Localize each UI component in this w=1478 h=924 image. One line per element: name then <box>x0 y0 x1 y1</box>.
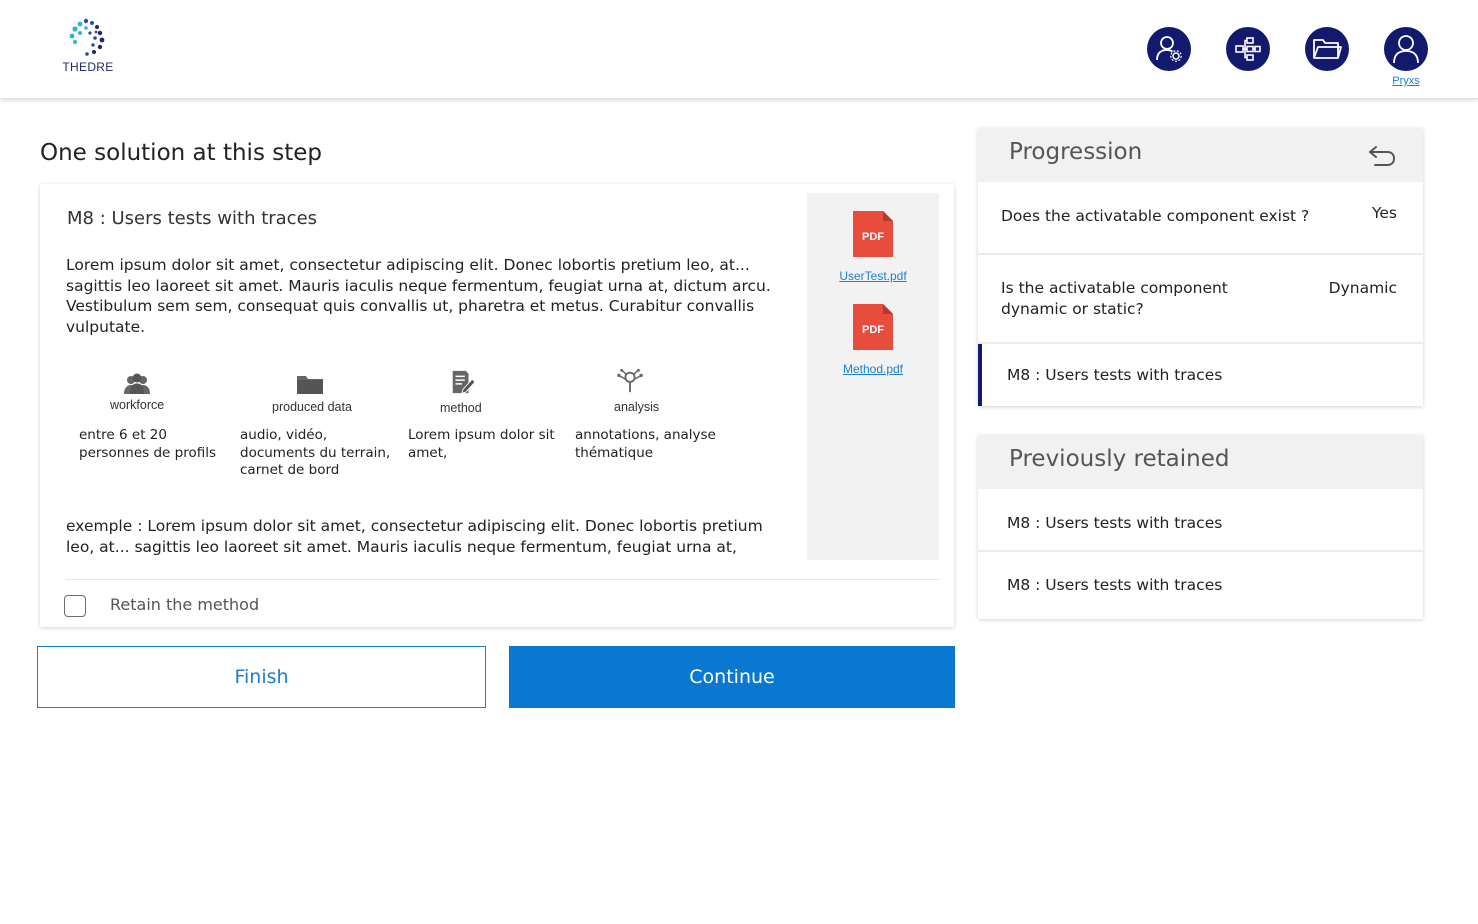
hierarchy-icon <box>1235 37 1261 61</box>
finish-button[interactable]: Finish <box>37 646 486 708</box>
retained-item-label: M8 : Users tests with traces <box>1007 576 1223 594</box>
attribute-label-produced-data: produced data <box>272 400 352 414</box>
pdf-attachment[interactable]: PDF UserTest.pdf <box>807 209 939 283</box>
progression-answer: Yes <box>1371 204 1397 222</box>
retained-item[interactable]: M8 : Users tests with traces <box>978 552 1423 619</box>
attribute-label-analysis: analysis <box>614 400 660 414</box>
progression-panel: Progression Does the activatable compone… <box>978 128 1423 406</box>
pdf-badge: PDF <box>862 324 884 336</box>
attribute-value-produced-data: audio, vidéo, documents du terrain, carn… <box>240 427 391 478</box>
pdf-filename-link[interactable]: UserTest.pdf <box>807 269 939 283</box>
retain-method-label[interactable]: Retain the method <box>110 595 259 614</box>
method-example: exemple : Lorem ipsum dolor sit amet, co… <box>66 517 763 556</box>
progression-row[interactable]: Does the activatable component exist ? Y… <box>978 182 1423 255</box>
current-step-label: M8 : Users tests with traces <box>1007 366 1223 384</box>
edit-document-icon <box>452 370 476 394</box>
pdf-badge: PDF <box>862 231 884 243</box>
pdf-filename-link[interactable]: Method.pdf <box>807 362 939 376</box>
logo-text: THEDRE <box>62 60 114 74</box>
retain-method-checkbox[interactable] <box>64 595 86 617</box>
undo-icon[interactable] <box>1367 145 1397 167</box>
folder-icon <box>297 376 323 394</box>
attribute-value-method: Lorem ipsum dolor sit amet, <box>408 427 555 461</box>
retained-header: Previously retained <box>978 435 1423 489</box>
retained-panel: Previously retained M8 : Users tests wit… <box>978 435 1423 619</box>
folder-button[interactable] <box>1305 27 1349 71</box>
attribute-value-analysis: annotations, analyse thématique <box>575 427 716 461</box>
method-card: M8 : Users tests with traces Lorem ipsum… <box>40 184 954 627</box>
user-settings-icon <box>1156 36 1182 62</box>
pdf-attachment[interactable]: PDF Method.pdf <box>807 302 939 376</box>
progression-question: Is the activatable component dynamic or … <box>1001 279 1228 318</box>
user-settings-button[interactable] <box>1147 27 1191 71</box>
progression-question: Does the activatable component exist ? <box>1001 207 1310 225</box>
retained-title: Previously retained <box>1009 446 1230 472</box>
progression-row[interactable]: Is the activatable component dynamic or … <box>978 255 1423 344</box>
pdf-file-icon: PDF <box>853 304 893 350</box>
pdf-file-icon: PDF <box>853 211 893 257</box>
progression-title: Progression <box>1009 139 1143 165</box>
user-profile-button[interactable] <box>1384 27 1428 71</box>
people-icon <box>124 373 150 394</box>
attachments-panel: PDF UserTest.pdf PDF Method.pdf <box>807 193 939 560</box>
hierarchy-button[interactable] <box>1226 27 1270 71</box>
attribute-label-method: method <box>440 401 482 415</box>
method-description: Lorem ipsum dolor sit amet, consectetur … <box>66 256 771 337</box>
progression-answer: Dynamic <box>1328 279 1397 297</box>
retained-item[interactable]: M8 : Users tests with traces <box>978 489 1423 552</box>
progression-current-step[interactable]: M8 : Users tests with traces <box>978 344 1423 406</box>
analysis-icon <box>617 368 643 393</box>
attribute-value-workforce: entre 6 et 20 personnes de profils <box>79 427 216 461</box>
attribute-label-workforce: workforce <box>110 398 165 412</box>
divider <box>66 579 939 580</box>
user-name-link[interactable]: Pryxs <box>1384 75 1428 87</box>
user-icon <box>1393 35 1419 64</box>
method-title: M8 : Users tests with traces <box>67 208 318 229</box>
logo-dots-icon <box>69 18 105 56</box>
folder-icon <box>1313 39 1342 59</box>
progression-header: Progression <box>978 128 1423 182</box>
page-title: One solution at this step <box>40 140 322 166</box>
app-header: THEDRE Pryxs <box>0 0 1478 99</box>
retained-item-label: M8 : Users tests with traces <box>1007 514 1223 532</box>
continue-button[interactable]: Continue <box>509 646 955 708</box>
thedre-logo[interactable]: THEDRE <box>60 18 116 80</box>
